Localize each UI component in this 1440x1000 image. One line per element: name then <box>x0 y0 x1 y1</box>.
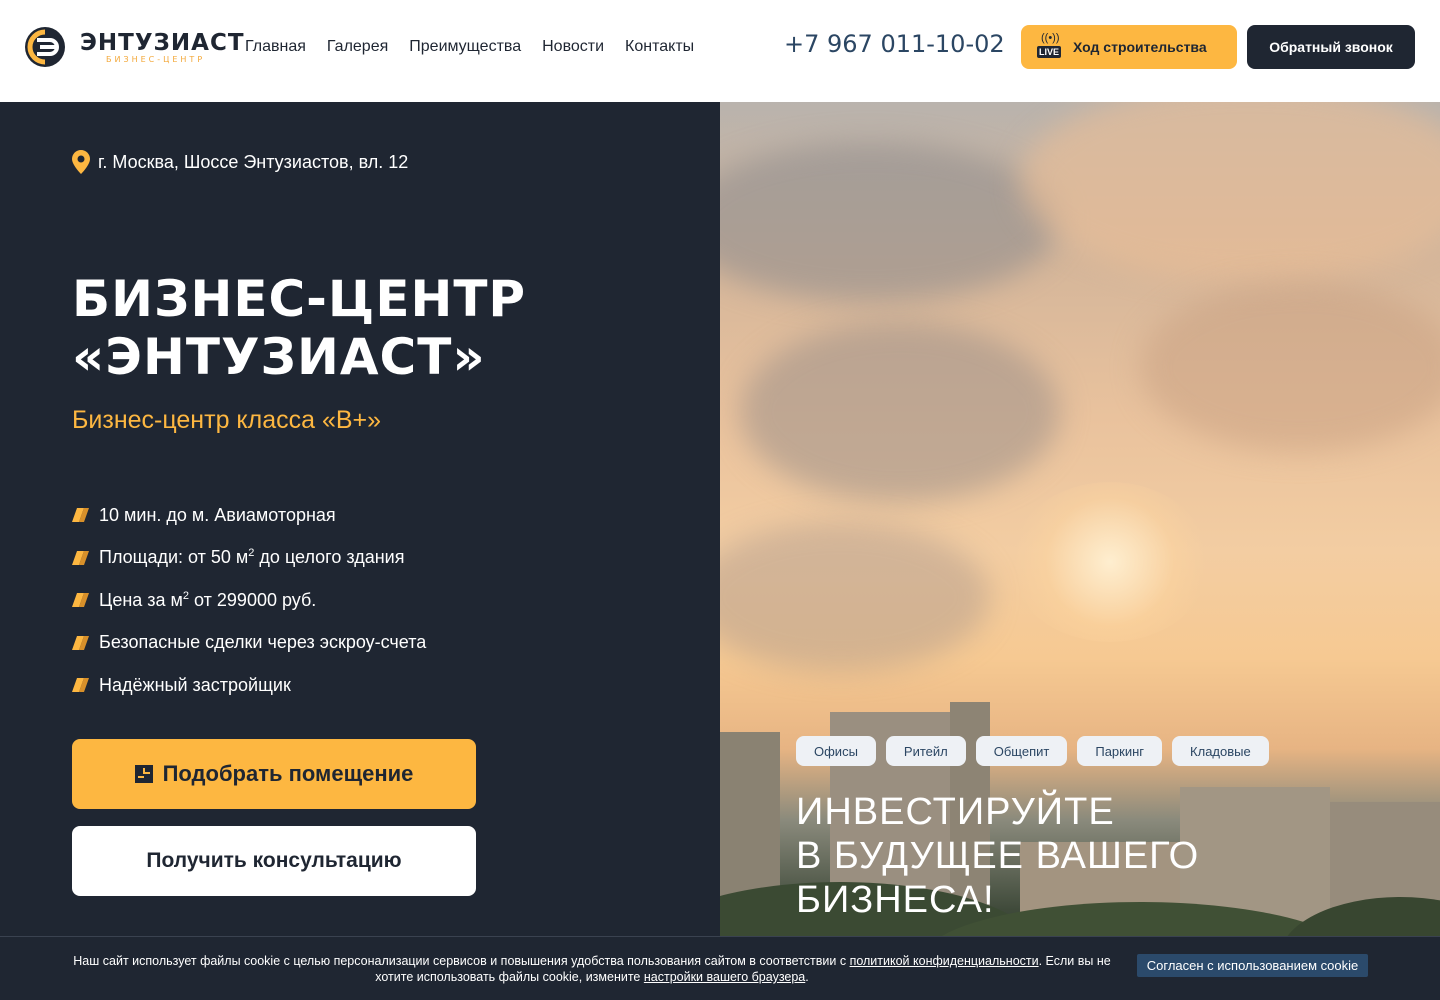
feature-item: Площади: от 50 м2 до целого здания <box>72 537 426 580</box>
feature-text: Надёжный застройщик <box>99 674 291 695</box>
feature-item: Безопасные сделки через эскроу-счета <box>72 622 426 665</box>
main-nav: Главная Галерея Преимущества Новости Кон… <box>245 38 694 56</box>
promo-headline: ИНВЕСТИРУЙТЕ В БУДУЩЕЕ ВАШЕГО БИЗНЕСА! <box>796 790 1199 922</box>
nav-link-advantages[interactable]: Преимущества <box>409 38 521 56</box>
feature-item: Цена за м2 от 299000 руб. <box>72 579 426 622</box>
logo-name: ЭНТУЗИАСТ <box>80 30 245 56</box>
cookie-banner: Наш сайт использует файлы cookie с целью… <box>0 936 1440 1000</box>
feature-text-part: Площади: от 50 м <box>99 547 249 568</box>
location-pin-icon <box>72 150 90 174</box>
pick-premises-label: Подобрать помещение <box>162 761 414 786</box>
feature-text-part: от 299000 руб. <box>189 589 317 610</box>
feature-text: Площади: от 50 м2 до целого здания <box>99 547 404 568</box>
logo[interactable]: ЭНТУЗИАСТ БИЗНЕС-ЦЕНТР <box>24 26 244 70</box>
broadcast-waves-icon: ((•)) <box>1041 32 1060 44</box>
chip-storage[interactable]: Кладовые <box>1172 736 1269 766</box>
title-line-2: «ЭНТУЗИАСТ» <box>72 328 486 386</box>
consultation-label: Получить консультацию <box>146 849 402 872</box>
cloud-shape <box>1020 102 1440 282</box>
nav-link-news[interactable]: Новости <box>542 38 604 56</box>
site-header: ЭНТУЗИАСТ БИЗНЕС-ЦЕНТР Главная Галерея П… <box>0 0 1440 102</box>
chip-retail[interactable]: Ритейл <box>885 736 966 766</box>
page-title: БИЗНЕС-ЦЕНТР «ЭНТУЗИАСТ» <box>72 270 526 386</box>
hero-info-panel: г. Москва, Шоссе Энтузиастов, вл. 12 БИЗ… <box>0 102 720 1000</box>
floor-plan-icon <box>134 765 153 783</box>
cookie-text: Наш сайт использует файлы cookie с целью… <box>60 953 1124 985</box>
construction-live-label: Ход строительства <box>1073 39 1207 55</box>
nav-link-gallery[interactable]: Галерея <box>327 38 388 56</box>
address-text: г. Москва, Шоссе Энтузиастов, вл. 12 <box>98 151 409 172</box>
cloud-shape <box>740 322 1060 502</box>
sun-glow <box>1010 482 1210 642</box>
stripe-bullet-icon <box>72 508 89 523</box>
feature-text-part: до целого здания <box>254 547 405 568</box>
logo-mark-icon <box>25 27 65 67</box>
cookie-accept-button[interactable]: Согласен с использованием cookie <box>1137 954 1368 977</box>
cookie-text-part: . <box>805 970 809 984</box>
feature-text: Безопасные сделки через эскроу-счета <box>99 632 427 653</box>
features-list: 10 мин. до м. Авиамоторная Площади: от 5… <box>72 494 426 707</box>
nav-link-home[interactable]: Главная <box>245 38 306 56</box>
hero-subtitle: Бизнес-центр класса «B+» <box>72 406 382 434</box>
chip-parking[interactable]: Паркинг <box>1077 736 1163 766</box>
promo-headline-line-3: БИЗНЕСА! <box>796 879 995 921</box>
promo-headline-line-2: В БУДУЩЕЕ ВАШЕГО <box>796 835 1200 877</box>
live-broadcast-icon: ((•)) LIVE <box>1037 32 1065 62</box>
feature-item: 10 мин. до м. Авиамоторная <box>72 494 426 537</box>
address: г. Москва, Шоссе Энтузиастов, вл. 12 <box>72 150 408 174</box>
nav-link-contacts[interactable]: Контакты <box>625 38 694 56</box>
stripe-bullet-icon <box>72 635 89 650</box>
promo-headline-line-1: ИНВЕСТИРУЙТЕ <box>796 791 1115 833</box>
hero-photo: Офисы Ритейл Общепит Паркинг Кладовые ИН… <box>720 102 1440 1000</box>
feature-text: Цена за м2 от 299000 руб. <box>99 590 316 611</box>
browser-settings-link[interactable]: настройки вашего браузера <box>644 970 805 984</box>
category-chips: Офисы Ритейл Общепит Паркинг Кладовые <box>796 736 1269 766</box>
live-badge: LIVE <box>1037 46 1062 58</box>
stripe-bullet-icon <box>72 550 89 565</box>
feature-text: 10 мин. до м. Авиамоторная <box>99 504 336 525</box>
callback-button[interactable]: Обратный звонок <box>1247 25 1415 69</box>
stripe-bullet-icon <box>72 593 89 608</box>
consultation-button[interactable]: Получить консультацию <box>72 826 476 896</box>
cloud-shape <box>720 522 990 672</box>
privacy-policy-link[interactable]: политикой конфиденциальности <box>850 954 1039 968</box>
cloud-shape <box>720 142 1060 302</box>
chip-offices[interactable]: Офисы <box>796 736 876 766</box>
pick-premises-button[interactable]: Подобрать помещение <box>72 739 476 809</box>
chip-catering[interactable]: Общепит <box>975 736 1068 766</box>
phone-link[interactable]: +7 967 011-10-02 <box>784 30 1005 58</box>
title-line-1: БИЗНЕС-ЦЕНТР <box>72 270 527 328</box>
cookie-text-part: Наш сайт использует файлы cookie с целью… <box>73 954 850 968</box>
logo-subtitle: БИЗНЕС-ЦЕНТР <box>106 55 206 64</box>
feature-text-part: Цена за м <box>99 589 183 610</box>
stripe-bullet-icon <box>72 678 89 693</box>
feature-item: Надёжный застройщик <box>72 664 426 707</box>
construction-live-button[interactable]: ((•)) LIVE Ход строительства <box>1021 25 1237 69</box>
cloud-shape <box>1140 282 1440 452</box>
